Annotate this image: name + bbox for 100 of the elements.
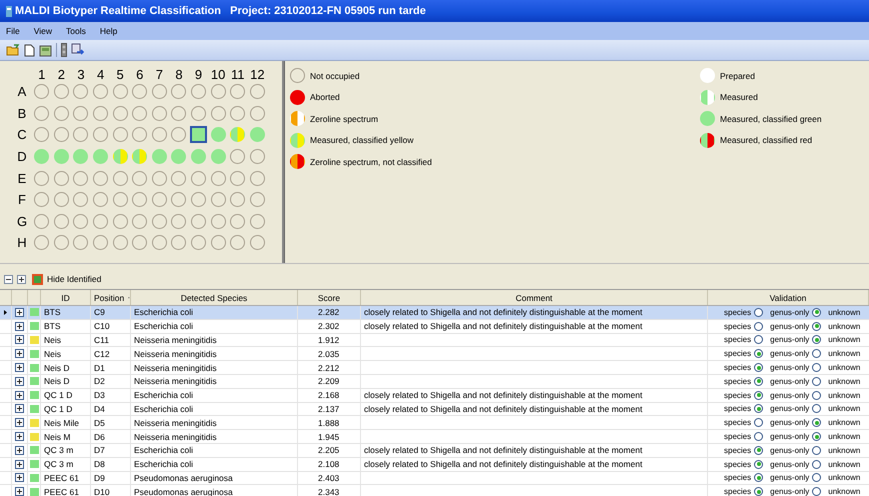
row-letter: E bbox=[16, 170, 28, 186]
table-cell: 1.888 bbox=[298, 416, 361, 430]
table-row[interactable]: BTS C10 Escherichia coli 2.302 closely related to Shigella and not definitely distinguishable at the moment species genus-only unknown bbox=[0, 320, 869, 334]
expand-row-icon[interactable] bbox=[15, 390, 24, 400]
radio-option[interactable]: unknown bbox=[828, 349, 860, 358]
radio-option[interactable]: species bbox=[724, 418, 764, 428]
table-cell: 2.168 bbox=[298, 388, 361, 402]
legend-label: Zeroline spectrum bbox=[310, 114, 378, 124]
table-cell: Neis bbox=[41, 334, 91, 346]
column-header[interactable]: Position bbox=[91, 290, 131, 305]
column-header[interactable]: ID bbox=[41, 290, 91, 305]
radio-option[interactable]: species bbox=[724, 376, 764, 386]
collapse-all-icon[interactable] bbox=[4, 274, 13, 284]
radio-option[interactable]: unknown bbox=[828, 376, 860, 386]
radio-option[interactable]: unknown bbox=[828, 390, 860, 400]
radio-option[interactable]: species bbox=[724, 322, 764, 331]
expand-row-icon[interactable] bbox=[15, 487, 24, 496]
radio-option[interactable]: unknown bbox=[828, 487, 860, 496]
expand-row-icon[interactable] bbox=[15, 308, 24, 317]
expand-row-icon[interactable] bbox=[15, 322, 24, 331]
radio-option[interactable]: species bbox=[724, 432, 764, 442]
table-cell: C9 bbox=[91, 306, 131, 319]
menu-item[interactable]: Help bbox=[94, 26, 126, 36]
radio-option[interactable]: species bbox=[724, 487, 764, 496]
filter-icon bbox=[32, 274, 43, 284]
expand-row-icon[interactable] bbox=[15, 446, 24, 455]
table-cell: C11 bbox=[91, 334, 131, 346]
radio-option[interactable]: unknown bbox=[828, 335, 860, 344]
table-row[interactable]: Neis Mile D5 Neisseria meningitidis 1.888 species genus-only unknown bbox=[0, 416, 869, 430]
expand-row-icon[interactable] bbox=[15, 473, 24, 482]
column-header[interactable]: Detected Species bbox=[131, 290, 298, 305]
table-cell: D10 bbox=[91, 485, 131, 496]
radio-option[interactable]: unknown bbox=[828, 308, 860, 317]
table-row[interactable]: Neis M D6 Neisseria meningitidis 1.945 species genus-only unknown bbox=[0, 430, 869, 444]
radio-option[interactable]: genus-only bbox=[770, 322, 822, 331]
radio-option[interactable]: species bbox=[724, 460, 764, 469]
expand-row-icon[interactable] bbox=[15, 363, 24, 372]
radio-option[interactable]: species bbox=[724, 363, 764, 372]
radio-option[interactable]: species bbox=[724, 390, 764, 400]
radio-option[interactable]: genus-only bbox=[770, 473, 822, 482]
expand-row-icon[interactable] bbox=[15, 460, 24, 469]
radio-option[interactable]: unknown bbox=[828, 473, 860, 482]
plate-well[interactable] bbox=[190, 126, 208, 144]
expand-row-icon[interactable] bbox=[15, 335, 24, 344]
radio-option[interactable]: genus-only bbox=[770, 432, 822, 442]
column-header[interactable]: Validation bbox=[708, 290, 869, 305]
table-cell: Escherichia coli bbox=[131, 402, 298, 416]
table-row[interactable]: QC 3 m D8 Escherichia coli 2.108 closely related to Shigella and not definitely distinguishable at the moment species genus-only unknown bbox=[0, 458, 869, 472]
expand-row-icon[interactable] bbox=[15, 349, 24, 358]
new-document-icon[interactable] bbox=[24, 44, 35, 56]
table-cell: closely related to Shigella and not definitely distinguishable at the moment bbox=[361, 444, 708, 457]
table-row[interactable]: Neis C11 Neisseria meningitidis 1.912 species genus-only unknown bbox=[0, 334, 869, 348]
menu-item[interactable]: Tools bbox=[60, 26, 94, 36]
radio-option[interactable]: unknown bbox=[828, 404, 860, 414]
radio-option[interactable]: genus-only bbox=[770, 404, 822, 414]
radio-option[interactable]: unknown bbox=[828, 460, 860, 469]
radio-option[interactable]: unknown bbox=[828, 432, 860, 442]
table-cell: 2.137 bbox=[298, 402, 361, 416]
radio-option[interactable]: genus-only bbox=[770, 390, 822, 400]
radio-option[interactable]: unknown bbox=[828, 418, 860, 428]
table-row[interactable]: Neis D D2 Neisseria meningitidis 2.209 species genus-only unknown bbox=[0, 374, 869, 389]
hide-identified-button[interactable]: Hide Identified bbox=[30, 274, 104, 284]
menu-item[interactable]: File bbox=[0, 26, 28, 36]
radio-option[interactable]: unknown bbox=[828, 363, 860, 372]
radio-option[interactable]: genus-only bbox=[770, 349, 822, 358]
radio-option[interactable]: genus-only bbox=[770, 487, 822, 496]
column-header[interactable]: Score bbox=[298, 290, 361, 305]
table-row[interactable]: Neis D D1 Neisseria meningitidis 2.212 species genus-only unknown bbox=[0, 361, 869, 375]
radio-option[interactable]: species bbox=[724, 473, 764, 482]
column-header[interactable]: Comment bbox=[361, 290, 708, 305]
radio-option[interactable]: genus-only bbox=[770, 376, 822, 386]
app-icon bbox=[6, 6, 12, 16]
radio-option[interactable]: species bbox=[724, 308, 764, 317]
table-cell: 2.205 bbox=[298, 444, 361, 457]
radio-option[interactable]: genus-only bbox=[770, 446, 822, 455]
table-row[interactable]: QC 1 D D4 Escherichia coli 2.137 closely related to Shigella and not definitely distinguishable at the moment species genus-only unknown bbox=[0, 402, 869, 416]
expand-all-icon[interactable] bbox=[17, 274, 26, 284]
table-row[interactable]: BTS C9 Escherichia coli 2.282 closely related to Shigella and not definitely distinguishable at the moment species genus-only unknown bbox=[0, 306, 869, 320]
column-number: 3 bbox=[76, 67, 86, 81]
table-row[interactable]: Neis C12 Neisseria meningitidis 2.035 species genus-only unknown bbox=[0, 347, 869, 362]
expand-row-icon[interactable] bbox=[15, 376, 24, 386]
radio-option[interactable]: unknown bbox=[828, 446, 860, 455]
radio-option[interactable]: genus-only bbox=[770, 335, 822, 344]
expand-row-icon[interactable] bbox=[15, 404, 24, 414]
expand-row-icon[interactable] bbox=[15, 432, 24, 442]
menu-item[interactable]: View bbox=[28, 26, 60, 36]
radio-option[interactable]: genus-only bbox=[770, 308, 822, 317]
export-icon[interactable] bbox=[71, 43, 85, 57]
radio-option[interactable]: species bbox=[724, 404, 764, 414]
radio-option[interactable]: species bbox=[724, 446, 764, 455]
expand-row-icon[interactable] bbox=[15, 418, 24, 428]
traffic-light-icon[interactable] bbox=[61, 43, 67, 57]
table-row[interactable]: QC 3 m D7 Escherichia coli 2.205 closely related to Shigella and not definitely distinguishable at the moment species genus-only unknown bbox=[0, 444, 869, 458]
radio-option[interactable]: species bbox=[724, 349, 764, 358]
radio-option[interactable]: unknown bbox=[828, 322, 860, 331]
radio-option[interactable]: genus-only bbox=[770, 363, 822, 372]
radio-option[interactable]: genus-only bbox=[770, 418, 822, 428]
table-row[interactable]: QC 1 D D3 Escherichia coli 2.168 closely related to Shigella and not definitely distinguishable at the moment species genus-only unknown bbox=[0, 388, 869, 403]
radio-option[interactable]: genus-only bbox=[770, 460, 822, 469]
radio-option[interactable]: species bbox=[724, 335, 764, 344]
